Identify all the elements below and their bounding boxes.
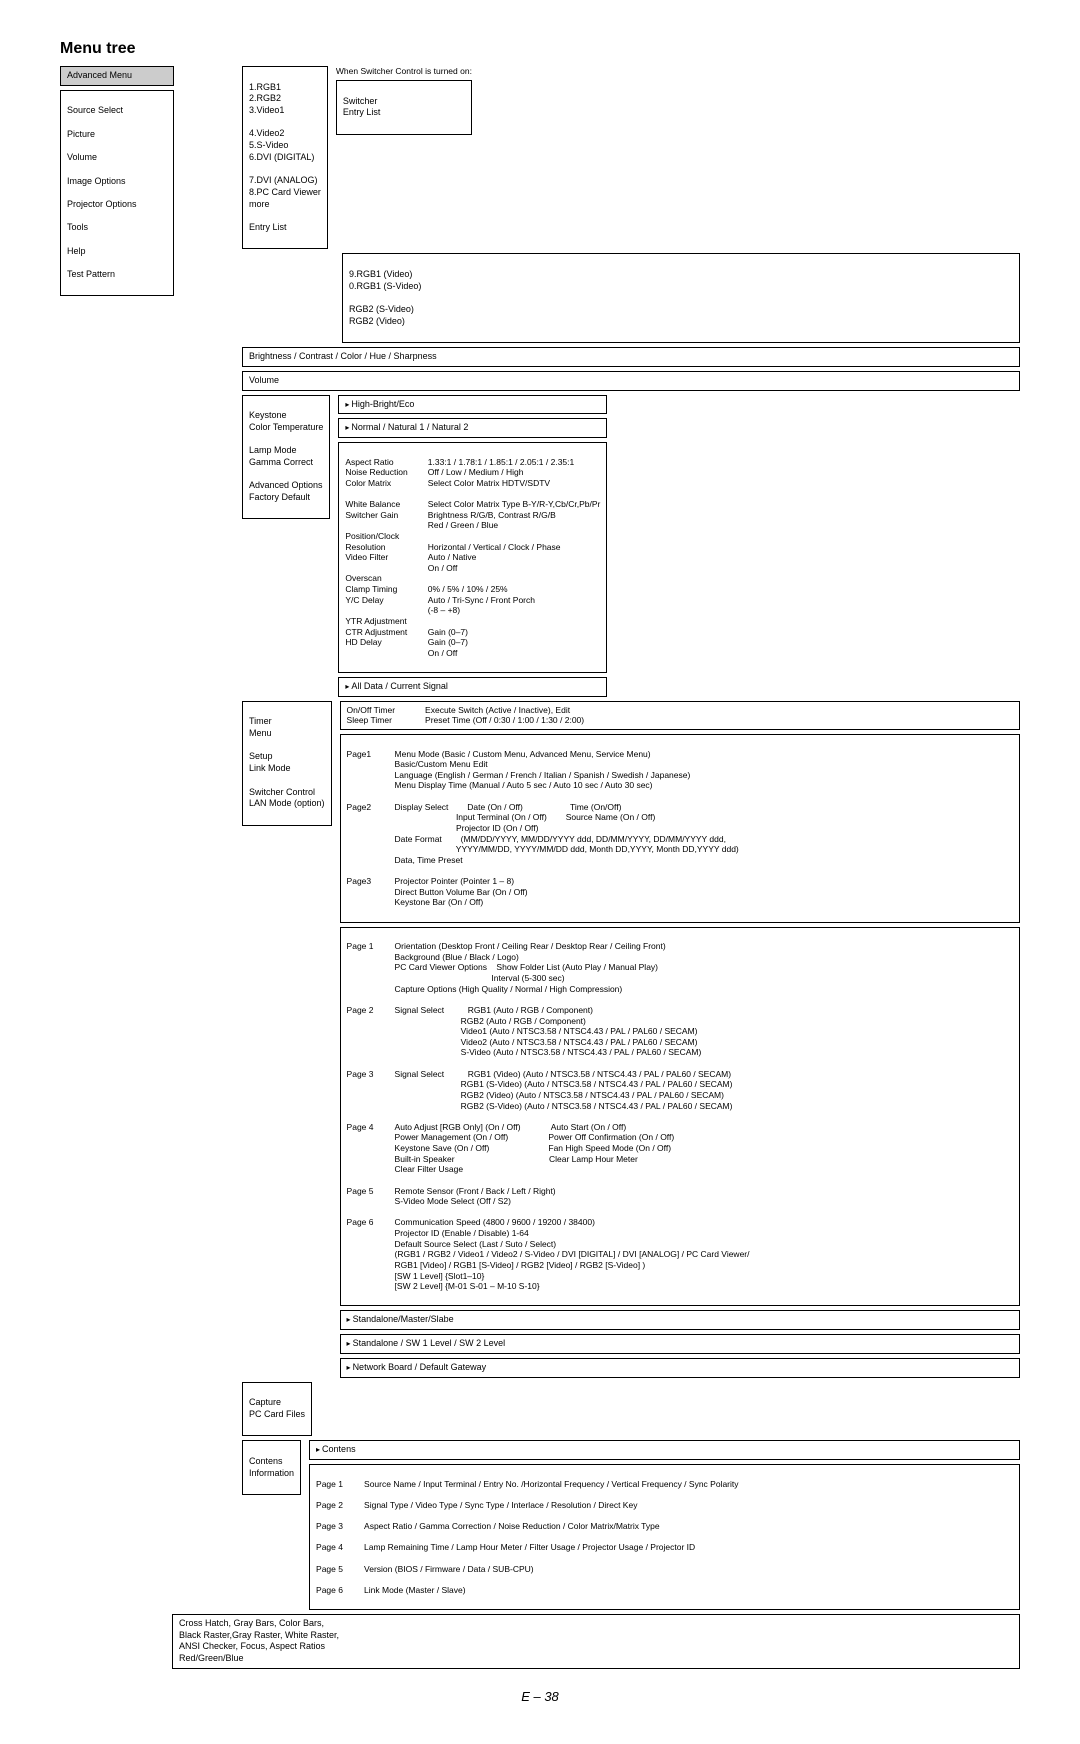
picture-box: Brightness / Contrast / Color / Hue / Sh…	[242, 347, 1020, 367]
source-list[interactable]: 1.RGB12.RGB23.Video1 4.Video25.S-Video6.…	[242, 66, 328, 249]
help-box[interactable]: ContensInformation	[242, 1440, 301, 1495]
tools-box[interactable]: CapturePC Card Files	[242, 1382, 312, 1437]
page-title: Menu tree	[60, 40, 1020, 58]
info-pages: Page 1Source Name / Input Terminal / Ent…	[309, 1464, 1020, 1610]
menu-item[interactable]: Help	[67, 246, 167, 258]
more-list: 9.RGB1 (Video)0.RGB1 (S-Video) RGB2 (S-V…	[342, 253, 1020, 343]
volume-box: Volume	[242, 371, 1020, 391]
menu-pages: Page1 Menu Mode (Basic / Custom Menu, Ad…	[340, 734, 1020, 923]
lan-mode: Network Board / Default Gateway	[340, 1358, 1020, 1378]
test-pattern: Cross Hatch, Gray Bars, Color Bars, Blac…	[172, 1614, 1020, 1669]
menu-item[interactable]: Source Select	[67, 105, 167, 117]
timer-detail: On/Off TimerSleep Timer Execute Switch (…	[340, 701, 1020, 730]
factory-default: All Data / Current Signal	[338, 677, 607, 697]
link-mode: Standalone/Master/Slabe	[340, 1310, 1020, 1330]
color-temp: Normal / Natural 1 / Natural 2	[338, 418, 607, 438]
page-number: E – 38	[60, 1689, 1020, 1704]
menu-item[interactable]: Picture	[67, 129, 167, 141]
projector-options[interactable]: TimerMenu SetupLink Mode Switcher Contro…	[242, 701, 332, 826]
advanced-menu-header: Advanced Menu	[60, 66, 174, 86]
lamp-mode: High-Bright/Eco	[338, 395, 607, 415]
menu-item[interactable]: Projector Options	[67, 199, 167, 211]
menu-item[interactable]: Test Pattern	[67, 269, 167, 281]
menu-item[interactable]: Image Options	[67, 176, 167, 188]
image-options[interactable]: KeystoneColor Temperature Lamp ModeGamma…	[242, 395, 330, 520]
contens: Contens	[309, 1440, 1020, 1460]
advanced-options-detail: Aspect RatioNoise ReductionColor Matrix …	[338, 442, 607, 673]
advanced-menu-items[interactable]: Source Select Picture Volume Image Optio…	[60, 90, 174, 297]
switcher-note: When Switcher Control is turned on:	[336, 66, 472, 76]
switcher-box: SwitcherEntry List	[336, 80, 472, 135]
menu-item[interactable]: Tools	[67, 222, 167, 234]
switcher-control: Standalone / SW 1 Level / SW 2 Level	[340, 1334, 1020, 1354]
setup-pages: Page 1 Orientation (Desktop Front / Ceil…	[340, 927, 1020, 1307]
menu-item[interactable]: Volume	[67, 152, 167, 164]
